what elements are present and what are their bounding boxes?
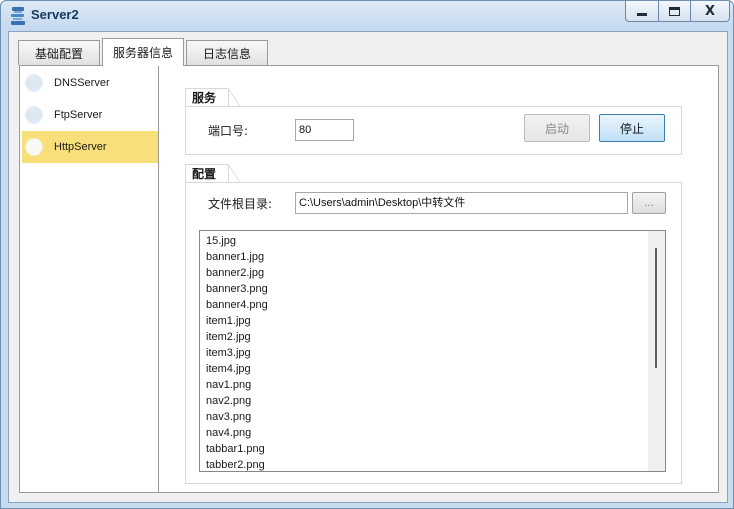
root-dir-label: 文件根目录:	[208, 197, 273, 211]
server-dot-icon	[25, 74, 43, 92]
config-group-label: 配置	[185, 164, 240, 183]
server-item-ftp[interactable]: FtpServer	[22, 99, 158, 131]
file-list-item[interactable]: nav1.png	[206, 377, 251, 393]
server-info-panel: DNSServer FtpServer HttpServer 服务 端口号: 8…	[19, 65, 719, 493]
server-item-label: DNSServer	[54, 77, 110, 89]
port-input[interactable]: 80	[295, 119, 354, 141]
tab-log-info[interactable]: 日志信息	[186, 40, 268, 65]
server-item-dns[interactable]: DNSServer	[22, 67, 158, 99]
file-list-item[interactable]: tabbar1.png	[206, 441, 265, 457]
service-group: 端口号: 80 启动 停止	[185, 106, 682, 155]
server-item-http[interactable]: HttpServer	[22, 131, 158, 163]
file-list-item[interactable]: 15.jpg	[206, 233, 236, 249]
title-bar[interactable]: Server2	[1, 1, 733, 31]
file-list-item[interactable]: item2.jpg	[206, 329, 251, 345]
browse-button-label: ...	[644, 197, 654, 209]
file-list-item[interactable]: nav4.png	[206, 425, 251, 441]
file-list[interactable]: 15.jpg banner1.jpg banner2.jpg banner3.png b…	[199, 230, 666, 472]
maximize-icon	[669, 6, 680, 16]
root-dir-input[interactable]: C:\Users\admin\Desktop\中转文件	[295, 192, 628, 214]
file-list-item[interactable]: banner2.jpg	[206, 265, 264, 281]
close-button[interactable]: X	[690, 1, 730, 22]
stop-button-label: 停止	[619, 121, 644, 136]
tab-label: 基础配置	[34, 46, 83, 61]
minimize-button[interactable]	[625, 1, 659, 22]
start-button-label: 启动	[544, 121, 569, 136]
tab-server-info[interactable]: 服务器信息	[102, 38, 184, 66]
file-list-item[interactable]: item3.jpg	[206, 345, 251, 361]
file-list-item[interactable]: banner1.jpg	[206, 249, 264, 265]
file-list-item[interactable]: nav2.png	[206, 393, 251, 409]
start-button[interactable]: 启动	[524, 114, 590, 142]
window-title: Server2	[31, 7, 79, 22]
file-list-item[interactable]: banner3.png	[206, 281, 268, 297]
tab-label: 服务器信息	[112, 46, 173, 60]
server-list[interactable]: DNSServer FtpServer HttpServer	[22, 66, 159, 492]
app-window: Server2 X 基础配置 服务器信息 日志信息 DNSServer FtpS…	[0, 0, 734, 509]
file-list-item[interactable]: banner4.png	[206, 297, 268, 313]
server-app-icon	[11, 7, 25, 25]
server-item-label: FtpServer	[54, 109, 103, 121]
close-icon: X	[704, 3, 716, 19]
maximize-button[interactable]	[658, 1, 691, 22]
minimize-icon	[637, 12, 647, 16]
scroll-thumb[interactable]	[655, 248, 657, 368]
file-list-item[interactable]: tabber2.png	[206, 457, 265, 471]
service-group-label: 服务	[185, 88, 240, 107]
file-list-item[interactable]: nav3.png	[206, 409, 251, 425]
server-item-label: HttpServer	[54, 141, 107, 153]
client-area: 基础配置 服务器信息 日志信息 DNSServer FtpServer Http…	[8, 31, 728, 503]
tab-basic-config[interactable]: 基础配置	[18, 40, 100, 65]
server-dot-icon	[25, 106, 43, 124]
port-label: 端口号:	[208, 124, 249, 138]
stop-button[interactable]: 停止	[599, 114, 665, 142]
browse-button[interactable]: ...	[632, 192, 666, 214]
file-list-item[interactable]: item4.jpg	[206, 361, 251, 377]
tab-label: 日志信息	[202, 46, 251, 61]
file-list-item[interactable]: item1.jpg	[206, 313, 251, 329]
config-group: 文件根目录: C:\Users\admin\Desktop\中转文件 ... 1…	[185, 182, 682, 484]
server-dot-icon	[25, 138, 43, 156]
file-list-scrollbar[interactable]	[648, 231, 665, 471]
